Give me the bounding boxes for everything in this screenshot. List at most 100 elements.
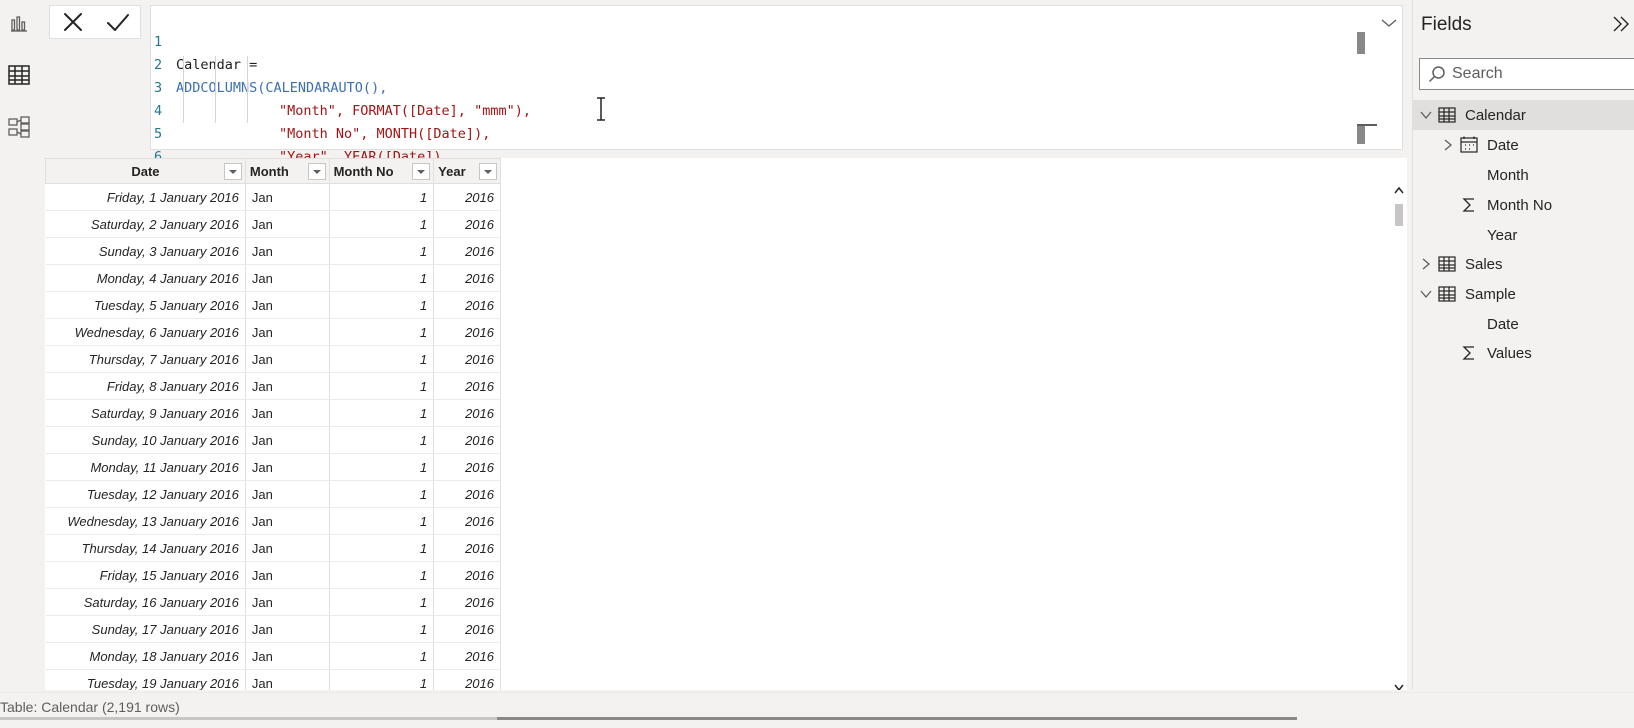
grid-vertical-scrollbar[interactable] [1391,184,1407,690]
year-cell[interactable]: 2016 [433,183,501,211]
chevron-right-icon[interactable] [1441,138,1455,152]
collapse-pane-button[interactable] [1611,14,1631,39]
filter-dropdown-button[interactable] [412,163,431,180]
month-no-cell[interactable]: 1 [329,669,435,690]
cancel-button[interactable] [56,7,90,37]
tree-item-calendar[interactable]: Calendar [1413,100,1634,130]
month-no-cell[interactable]: 1 [329,561,435,589]
date-cell[interactable]: Sunday, 10 January 2016 [45,426,246,454]
month-cell[interactable]: Jan [245,453,330,481]
month-cell[interactable]: Jan [245,507,330,535]
month-cell[interactable]: Jan [245,480,330,508]
report-view-icon[interactable] [6,10,32,36]
tree-item-month-no[interactable]: Month No [1413,190,1634,220]
month-cell[interactable]: Jan [245,588,330,616]
month-no-cell[interactable]: 1 [329,291,435,319]
year-cell[interactable]: 2016 [433,480,501,508]
dax-formula-editor[interactable]: 1 Calendar = 2 ADDCOLUMNS(CALENDARAUTO()… [150,5,1403,188]
date-cell[interactable]: Sunday, 3 January 2016 [45,237,246,265]
month-no-cell[interactable]: 1 [329,453,435,481]
date-cell[interactable]: Thursday, 7 January 2016 [45,345,246,373]
date-cell[interactable]: Saturday, 2 January 2016 [45,210,246,238]
year-cell[interactable]: 2016 [433,210,501,238]
date-cell[interactable]: Friday, 8 January 2016 [45,372,246,400]
chevron-right-icon[interactable] [1419,257,1433,271]
column-header-month-no[interactable]: Month No [328,158,435,184]
year-cell[interactable]: 2016 [433,264,501,292]
year-cell[interactable]: 2016 [433,291,501,319]
month-no-cell[interactable]: 1 [329,399,435,427]
tree-item-date[interactable]: Date [1413,309,1634,339]
commit-button[interactable] [101,7,135,37]
tree-item-values[interactable]: Values [1413,338,1634,368]
fields-search-box[interactable] [1419,58,1634,90]
month-cell[interactable]: Jan [245,345,330,373]
month-cell[interactable]: Jan [245,372,330,400]
date-cell[interactable]: Monday, 18 January 2016 [45,642,246,670]
date-cell[interactable]: Tuesday, 12 January 2016 [45,480,246,508]
date-cell[interactable]: Saturday, 16 January 2016 [45,588,246,616]
year-cell[interactable]: 2016 [433,642,501,670]
year-cell[interactable]: 2016 [433,507,501,535]
month-cell[interactable]: Jan [245,642,330,670]
month-cell[interactable]: Jan [245,183,330,211]
filter-dropdown-button[interactable] [223,163,242,180]
year-cell[interactable]: 2016 [433,318,501,346]
chevron-down-icon[interactable] [1419,108,1433,122]
date-cell[interactable]: Monday, 11 January 2016 [45,453,246,481]
month-no-cell[interactable]: 1 [329,318,435,346]
column-header-month[interactable]: Month [244,158,330,184]
date-cell[interactable]: Friday, 1 January 2016 [45,183,246,211]
column-header-year[interactable]: Year [433,158,501,184]
month-no-cell[interactable]: 1 [329,480,435,508]
month-cell[interactable]: Jan [245,669,330,690]
month-cell[interactable]: Jan [245,264,330,292]
month-no-cell[interactable]: 1 [329,642,435,670]
editor-scroll-thumb[interactable] [1357,32,1365,54]
filter-dropdown-button[interactable] [307,163,326,180]
date-cell[interactable]: Wednesday, 13 January 2016 [45,507,246,535]
year-cell[interactable]: 2016 [433,372,501,400]
date-cell[interactable]: Saturday, 9 January 2016 [45,399,246,427]
month-cell[interactable]: Jan [245,426,330,454]
year-cell[interactable]: 2016 [433,588,501,616]
column-header-date[interactable]: Date [45,158,246,184]
month-no-cell[interactable]: 1 [329,588,435,616]
year-cell[interactable]: 2016 [433,399,501,427]
month-no-cell[interactable]: 1 [329,210,435,238]
month-cell[interactable]: Jan [245,210,330,238]
year-cell[interactable]: 2016 [433,561,501,589]
month-cell[interactable]: Jan [245,561,330,589]
filter-dropdown-button[interactable] [479,163,497,180]
month-cell[interactable]: Jan [245,237,330,265]
month-no-cell[interactable]: 1 [329,345,435,373]
date-cell[interactable]: Friday, 15 January 2016 [45,561,246,589]
date-cell[interactable]: Tuesday, 5 January 2016 [45,291,246,319]
month-cell[interactable]: Jan [245,615,330,643]
search-input[interactable] [1452,65,1632,83]
date-cell[interactable]: Wednesday, 6 January 2016 [45,318,246,346]
month-no-cell[interactable]: 1 [329,615,435,643]
tree-item-date[interactable]: Date [1413,130,1634,160]
year-cell[interactable]: 2016 [433,426,501,454]
month-no-cell[interactable]: 1 [329,183,435,211]
year-cell[interactable]: 2016 [433,345,501,373]
month-no-cell[interactable]: 1 [329,372,435,400]
scroll-up-icon[interactable] [1394,186,1404,194]
date-cell[interactable]: Tuesday, 19 January 2016 [45,669,246,690]
month-cell[interactable]: Jan [245,291,330,319]
scroll-down-icon[interactable] [1394,684,1404,690]
model-view-icon[interactable] [6,114,32,140]
tree-item-sales[interactable]: Sales [1413,249,1634,279]
data-view-icon[interactable] [6,62,32,88]
date-cell[interactable]: Monday, 4 January 2016 [45,264,246,292]
month-no-cell[interactable]: 1 [329,426,435,454]
expand-formula-button[interactable] [1378,14,1400,32]
chevron-down-icon[interactable] [1419,287,1433,301]
month-no-cell[interactable]: 1 [329,534,435,562]
year-cell[interactable]: 2016 [433,669,501,690]
month-cell[interactable]: Jan [245,534,330,562]
year-cell[interactable]: 2016 [433,453,501,481]
year-cell[interactable]: 2016 [433,237,501,265]
year-cell[interactable]: 2016 [433,615,501,643]
